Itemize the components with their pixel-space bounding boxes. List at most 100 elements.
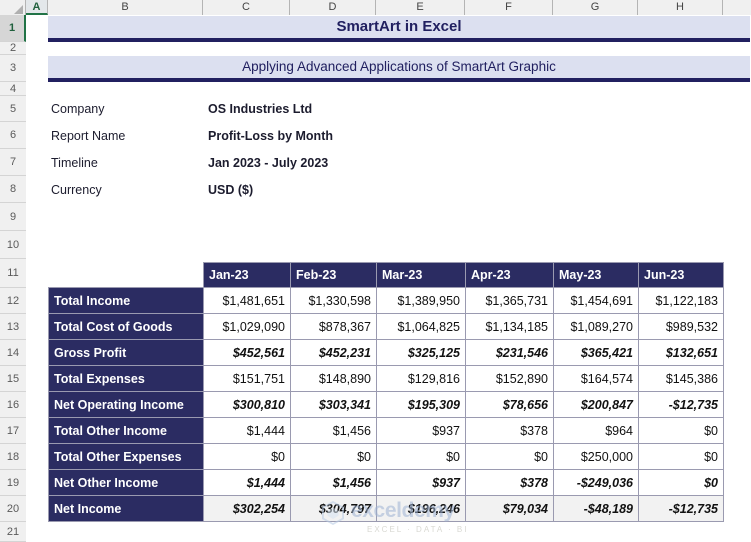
table-header-corner [49, 263, 204, 288]
cell-total-income-jun[interactable]: $1,122,183 [638, 287, 724, 314]
cell-net-operating-mar[interactable]: $195,309 [376, 391, 466, 418]
excel-worksheet: A B C D E F G H 1 2 3 4 5 6 7 8 9 10 11 … [0, 0, 751, 542]
cell-other-expenses-feb[interactable]: $0 [290, 443, 377, 470]
cell-total-expenses-mar[interactable]: $129,816 [376, 365, 466, 392]
cell-other-income-may[interactable]: $964 [553, 417, 639, 444]
cell-total-cost-mar[interactable]: $1,064,825 [376, 313, 466, 340]
table-header-jun-23: Jun-23 [638, 262, 724, 288]
cell-total-cost-feb[interactable]: $878,367 [290, 313, 377, 340]
cell-net-operating-apr[interactable]: $78,656 [465, 391, 554, 418]
cell-total-income-mar[interactable]: $1,389,950 [376, 287, 466, 314]
cell-net-operating-may[interactable]: $200,847 [553, 391, 639, 418]
row-header-3[interactable]: 3 [0, 55, 26, 82]
row-header-6[interactable]: 6 [0, 122, 26, 149]
row-label-net-operating-income: Net Operating Income [48, 391, 204, 418]
row-header-21[interactable]: 21 [0, 522, 26, 542]
cell-net-other-jun[interactable]: $0 [638, 469, 724, 496]
column-header-E[interactable]: E [376, 0, 465, 15]
cell-total-income-jan[interactable]: $1,481,651 [203, 287, 291, 314]
cell-net-income-feb[interactable]: $304,797 [290, 495, 377, 522]
cell-net-income-mar[interactable]: $196,246 [376, 495, 466, 522]
cell-other-expenses-may[interactable]: $250,000 [553, 443, 639, 470]
row-header-10[interactable]: 10 [0, 231, 26, 259]
row-header-4[interactable]: 4 [0, 82, 26, 96]
row-header-19[interactable]: 19 [0, 470, 26, 496]
cell-gross-profit-jun[interactable]: $132,651 [638, 339, 724, 366]
cell-total-expenses-apr[interactable]: $152,890 [465, 365, 554, 392]
row-header-5[interactable]: 5 [0, 96, 26, 122]
info-value-company: OS Industries Ltd [208, 102, 313, 116]
info-label-currency: Currency [51, 183, 102, 197]
cell-total-cost-jan[interactable]: $1,029,090 [203, 313, 291, 340]
cell-total-expenses-jun[interactable]: $145,386 [638, 365, 724, 392]
row-header-2[interactable]: 2 [0, 42, 26, 55]
cell-other-expenses-jun[interactable]: $0 [638, 443, 724, 470]
row-header-7[interactable]: 7 [0, 149, 26, 176]
cell-gross-profit-apr[interactable]: $231,546 [465, 339, 554, 366]
row-header-11[interactable]: 11 [0, 259, 26, 288]
cell-total-cost-may[interactable]: $1,089,270 [553, 313, 639, 340]
cell-net-other-may[interactable]: -$249,036 [553, 469, 639, 496]
cell-total-income-apr[interactable]: $1,365,731 [465, 287, 554, 314]
column-header-G[interactable]: G [553, 0, 638, 15]
cell-total-cost-jun[interactable]: $989,532 [638, 313, 724, 340]
cell-total-expenses-may[interactable]: $164,574 [553, 365, 639, 392]
cell-net-income-may[interactable]: -$48,189 [553, 495, 639, 522]
row-header-18[interactable]: 18 [0, 444, 26, 470]
row-header-9[interactable]: 9 [0, 203, 26, 231]
cell-other-expenses-mar[interactable]: $0 [376, 443, 466, 470]
column-header-A[interactable]: A [26, 0, 48, 15]
cell-other-income-apr[interactable]: $378 [465, 417, 554, 444]
cell-other-income-jun[interactable]: $0 [638, 417, 724, 444]
cell-total-expenses-feb[interactable]: $148,890 [290, 365, 377, 392]
cell-net-other-mar[interactable]: $937 [376, 469, 466, 496]
column-header-I[interactable] [723, 0, 751, 15]
row-header-15[interactable]: 15 [0, 366, 26, 392]
cell-total-cost-apr[interactable]: $1,134,185 [465, 313, 554, 340]
cell-gross-profit-feb[interactable]: $452,231 [290, 339, 377, 366]
profit-loss-table: Jan-23 Feb-23 Mar-23 Apr-23 May-23 Jun-2… [48, 262, 724, 522]
column-header-D[interactable]: D [290, 0, 376, 15]
cell-net-other-feb[interactable]: $1,456 [290, 469, 377, 496]
row-header-8[interactable]: 8 [0, 176, 26, 203]
row-label-total-income: Total Income [48, 287, 204, 314]
row-header-1[interactable]: 1 [0, 15, 26, 42]
active-cell-A1[interactable] [27, 15, 48, 42]
cell-net-other-apr[interactable]: $378 [465, 469, 554, 496]
cell-total-income-may[interactable]: $1,454,691 [553, 287, 639, 314]
cell-net-income-jan[interactable]: $302,254 [203, 495, 291, 522]
row-header-20[interactable]: 20 [0, 496, 26, 522]
cell-gross-profit-may[interactable]: $365,421 [553, 339, 639, 366]
cell-gross-profit-mar[interactable]: $325,125 [376, 339, 466, 366]
column-header-B[interactable]: B [48, 0, 203, 15]
row-header-16[interactable]: 16 [0, 392, 26, 418]
cell-other-expenses-jan[interactable]: $0 [203, 443, 291, 470]
info-value-currency: USD ($) [208, 183, 254, 197]
cell-other-income-mar[interactable]: $937 [376, 417, 466, 444]
cell-other-income-jan[interactable]: $1,444 [203, 417, 291, 444]
column-header-C[interactable]: C [203, 0, 290, 15]
cell-net-other-jan[interactable]: $1,444 [203, 469, 291, 496]
row-header-13[interactable]: 13 [0, 314, 26, 340]
cell-net-operating-jan[interactable]: $300,810 [203, 391, 291, 418]
cell-gross-profit-jan[interactable]: $452,561 [203, 339, 291, 366]
row-label-total-other-income: Total Other Income [48, 417, 204, 444]
cell-total-expenses-jan[interactable]: $151,751 [203, 365, 291, 392]
cell-total-income-feb[interactable]: $1,330,598 [290, 287, 377, 314]
column-header-H[interactable]: H [638, 0, 723, 15]
table-row: Net Other Income $1,444 $1,456 $937 $378… [48, 469, 724, 496]
cell-net-operating-jun[interactable]: -$12,735 [638, 391, 724, 418]
worksheet-grid: SmartArt in Excel Applying Advanced Appl… [27, 15, 751, 542]
column-header-F[interactable]: F [465, 0, 553, 15]
row-header-12[interactable]: 12 [0, 288, 26, 314]
table-row: Gross Profit $452,561 $452,231 $325,125 … [48, 339, 724, 366]
table-row: Total Cost of Goods $1,029,090 $878,367 … [48, 313, 724, 340]
cell-net-income-apr[interactable]: $79,034 [465, 495, 554, 522]
row-header-14[interactable]: 14 [0, 340, 26, 366]
cell-net-operating-feb[interactable]: $303,341 [290, 391, 377, 418]
cell-other-expenses-apr[interactable]: $0 [465, 443, 554, 470]
cell-net-income-jun[interactable]: -$12,735 [638, 495, 724, 522]
row-header-17[interactable]: 17 [0, 418, 26, 444]
cell-other-income-feb[interactable]: $1,456 [290, 417, 377, 444]
select-all-corner[interactable] [0, 0, 26, 15]
